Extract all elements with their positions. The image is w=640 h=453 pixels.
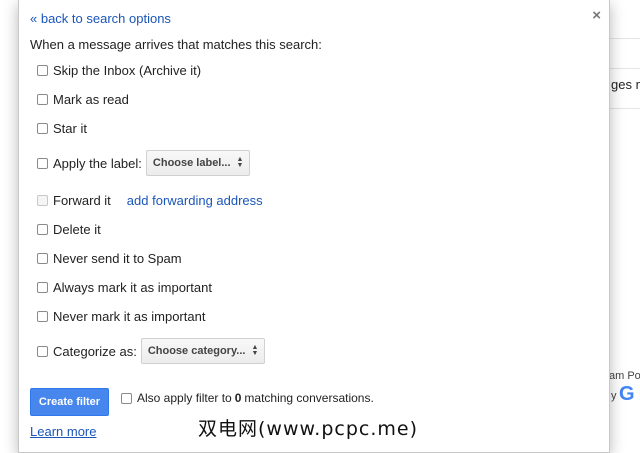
- also-apply-suffix[interactable]: matching conversations.: [244, 391, 373, 405]
- label-select[interactable]: Choose label... ▲ ▼: [145, 150, 251, 176]
- never-important-checkbox[interactable]: [37, 311, 48, 322]
- apply-label-checkbox[interactable]: [37, 157, 48, 169]
- also-apply-option: Also apply filter to 0 matching conversa…: [121, 391, 374, 405]
- create-filter-dialog: « back to search options × When a messag…: [18, 0, 610, 453]
- select-arrows-icon: ▲ ▼: [236, 156, 244, 169]
- matching-count: 0: [234, 391, 242, 405]
- background-divider: [608, 38, 640, 39]
- never-important-label[interactable]: Never mark it as important: [53, 309, 205, 324]
- background-divider: [608, 68, 640, 69]
- category-select[interactable]: Choose category... ▲ ▼: [140, 338, 266, 364]
- option-apply-label: Apply the label: Choose label... ▲ ▼: [37, 150, 251, 176]
- never-spam-label[interactable]: Never send it to Spam: [53, 251, 182, 266]
- option-always-important: Always mark it as important: [37, 280, 212, 295]
- delete-label[interactable]: Delete it: [53, 222, 101, 237]
- option-star: Star it: [37, 121, 87, 136]
- background-footer-text-2: y: [611, 390, 617, 402]
- category-select-value: Choose category...: [147, 345, 246, 357]
- option-delete: Delete it: [37, 222, 101, 237]
- option-categorize: Categorize as: Choose category... ▲ ▼: [37, 338, 266, 364]
- background-footer-text: am Po: [609, 370, 640, 382]
- option-never-spam: Never send it to Spam: [37, 251, 182, 266]
- label-select-value: Choose label...: [152, 157, 231, 169]
- always-important-label[interactable]: Always mark it as important: [53, 280, 212, 295]
- also-apply-prefix[interactable]: Also apply filter to: [137, 391, 232, 405]
- add-forwarding-address-link[interactable]: add forwarding address: [127, 193, 263, 208]
- star-checkbox[interactable]: [37, 123, 48, 134]
- background-divider: [608, 108, 640, 109]
- never-spam-checkbox[interactable]: [37, 253, 48, 264]
- back-to-search-options-link[interactable]: « back to search options: [30, 11, 171, 26]
- forward-checkbox[interactable]: [37, 195, 48, 206]
- skip-inbox-label[interactable]: Skip the Inbox (Archive it): [53, 63, 201, 78]
- delete-checkbox[interactable]: [37, 224, 48, 235]
- mark-read-label[interactable]: Mark as read: [53, 92, 129, 107]
- forward-label: Forward it: [53, 193, 111, 208]
- close-icon[interactable]: ×: [592, 7, 601, 24]
- create-filter-button[interactable]: Create filter: [30, 388, 109, 416]
- always-important-checkbox[interactable]: [37, 282, 48, 293]
- option-skip-inbox: Skip the Inbox (Archive it): [37, 63, 201, 78]
- select-arrows-icon: ▲ ▼: [251, 344, 259, 357]
- apply-label-label[interactable]: Apply the label:: [53, 156, 142, 171]
- filter-heading: When a message arrives that matches this…: [30, 37, 322, 52]
- categorize-label[interactable]: Categorize as:: [53, 344, 137, 359]
- watermark-text: 双电网(www.pcpc.me): [198, 418, 418, 440]
- skip-inbox-checkbox[interactable]: [37, 65, 48, 76]
- star-label[interactable]: Star it: [53, 121, 87, 136]
- also-apply-checkbox[interactable]: [121, 392, 132, 404]
- learn-more-link[interactable]: Learn more: [30, 424, 96, 439]
- option-never-important: Never mark it as important: [37, 309, 205, 324]
- option-mark-read: Mark as read: [37, 92, 129, 107]
- background-text: ges m: [611, 77, 640, 92]
- google-logo: G: [619, 383, 635, 405]
- categorize-checkbox[interactable]: [37, 345, 48, 357]
- option-forward: Forward it add forwarding address: [37, 193, 263, 208]
- mark-read-checkbox[interactable]: [37, 94, 48, 105]
